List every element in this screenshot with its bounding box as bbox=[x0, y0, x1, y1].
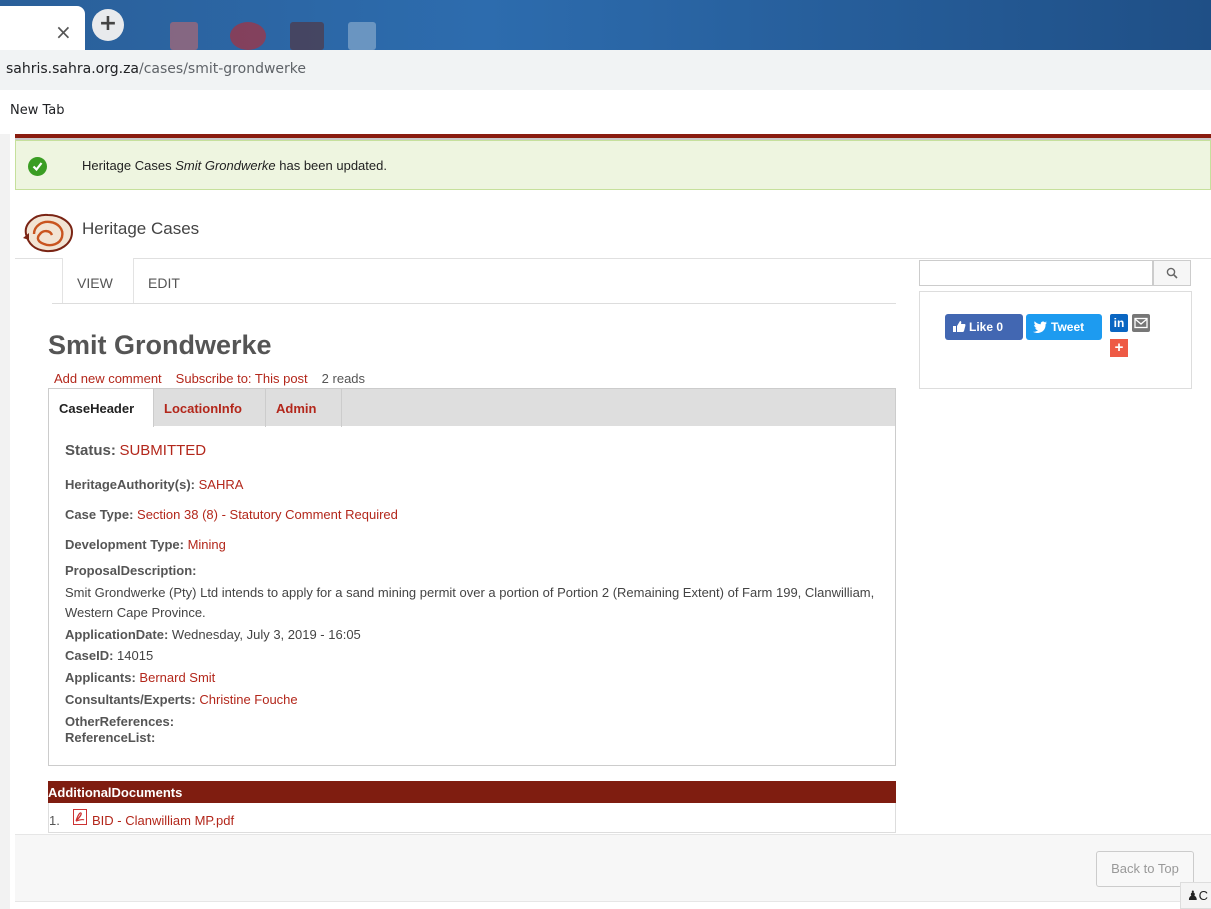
applicants-label: Applicants: bbox=[65, 670, 136, 685]
share-block: Like 0 Tweet in + bbox=[919, 291, 1192, 389]
chat-label: C bbox=[1198, 888, 1209, 903]
proposal-label: ProposalDescription: bbox=[65, 563, 197, 578]
browser-tab[interactable]: × bbox=[0, 6, 85, 50]
consultants-label: Consultants/Experts: bbox=[65, 692, 196, 707]
share-more-icon[interactable]: + bbox=[1110, 339, 1128, 357]
user-icon: ♟ bbox=[1187, 888, 1199, 903]
browser-tab-strip: × + bbox=[0, 0, 1211, 50]
applicants-field: Applicants: Bernard Smit bbox=[65, 670, 215, 685]
caseid-value: 14015 bbox=[117, 648, 154, 663]
tweet-label: Tweet bbox=[1051, 320, 1085, 334]
app-icon bbox=[230, 22, 266, 50]
divider bbox=[15, 258, 1211, 259]
linkedin-icon[interactable]: in bbox=[1110, 314, 1128, 332]
document-link[interactable]: BID - Clanwilliam MP.pdf bbox=[92, 813, 234, 828]
devtype-field: Development Type: Mining bbox=[65, 537, 226, 552]
bookmark-new-tab[interactable]: New Tab bbox=[10, 103, 65, 118]
like-label: Like 0 bbox=[969, 320, 1004, 334]
consultants-field: Consultants/Experts: Christine Fouche bbox=[65, 692, 298, 707]
footer: Back to Top bbox=[15, 834, 1211, 902]
appdate-label: ApplicationDate: bbox=[65, 627, 169, 642]
tab-view[interactable]: VIEW bbox=[62, 258, 134, 304]
app-icon bbox=[348, 22, 376, 50]
devtype-value[interactable]: Mining bbox=[188, 537, 226, 552]
email-icon[interactable] bbox=[1132, 314, 1150, 332]
node-links: Add new comment Subscribe to: This post 2 … bbox=[54, 371, 365, 386]
url-path: /cases/smit-grondwerke bbox=[139, 61, 306, 77]
alert-case-name: Smit Grondwerke bbox=[175, 158, 276, 173]
casetype-label: Case Type: bbox=[65, 507, 134, 522]
status-label: Status: bbox=[65, 442, 116, 459]
alert-message: Heritage Cases Smit Grondwerke has been … bbox=[82, 158, 387, 173]
chat-widget[interactable]: ♟C bbox=[1180, 882, 1211, 909]
subscribe-link[interactable]: Subscribe to: This post bbox=[176, 371, 308, 386]
devtype-label: Development Type: bbox=[65, 537, 184, 552]
twitter-bird-icon bbox=[1033, 321, 1047, 333]
url-text[interactable]: sahris.sahra.org.za/cases/smit-grondwerk… bbox=[6, 61, 306, 77]
casetype-value[interactable]: Section 38 (8) - Statutory Comment Requi… bbox=[137, 507, 398, 522]
address-bar[interactable]: sahris.sahra.org.za/cases/smit-grondwerk… bbox=[0, 50, 1211, 90]
url-host: sahris.sahra.org.za bbox=[6, 61, 140, 77]
tab-caseheader[interactable]: CaseHeader bbox=[49, 389, 153, 427]
alert-prefix: Heritage Cases bbox=[82, 158, 176, 173]
otherrefs-label: OtherReferences: bbox=[65, 714, 175, 729]
page-content: Heritage Cases Smit Grondwerke has been … bbox=[0, 134, 1211, 909]
search-button[interactable] bbox=[1153, 260, 1191, 286]
thumbs-up-icon bbox=[953, 321, 966, 332]
close-tab-icon[interactable]: × bbox=[55, 20, 72, 44]
tab-admin[interactable]: Admin bbox=[265, 389, 342, 427]
proposal-description: Smit Grondwerke (Pty) Ltd intends to app… bbox=[65, 585, 875, 620]
appdate-field: ApplicationDate: Wednesday, July 3, 2019… bbox=[65, 627, 361, 642]
new-tab-button[interactable]: + bbox=[92, 9, 124, 41]
add-comment-link[interactable]: Add new comment bbox=[54, 371, 162, 386]
consultants-value[interactable]: Christine Fouche bbox=[199, 692, 297, 707]
tab-locationinfo[interactable]: LocationInfo bbox=[153, 389, 265, 427]
status-alert: Heritage Cases Smit Grondwerke has been … bbox=[15, 140, 1211, 190]
casetype-field: Case Type: Section 38 (8) - Statutory Co… bbox=[65, 507, 398, 522]
additional-documents-header: AdditionalDocuments bbox=[48, 781, 896, 803]
search-icon bbox=[1166, 267, 1178, 279]
applicants-value[interactable]: Bernard Smit bbox=[139, 670, 215, 685]
bookmarks-bar: New Tab bbox=[0, 90, 1211, 134]
pdf-file-icon bbox=[73, 809, 87, 825]
reflist-label: ReferenceList: bbox=[65, 730, 156, 745]
app-icon bbox=[170, 22, 198, 50]
tabs-divider bbox=[52, 303, 896, 304]
caseheader-panel: Status: SUBMITTED HeritageAuthority(s): … bbox=[48, 426, 896, 766]
caseid-field: CaseID: 14015 bbox=[65, 648, 153, 663]
caseid-label: CaseID: bbox=[65, 648, 114, 663]
document-row: 1. BID - Clanwilliam MP.pdf bbox=[48, 803, 896, 833]
facebook-like-button[interactable]: Like 0 bbox=[945, 314, 1023, 340]
tweet-button[interactable]: Tweet bbox=[1026, 314, 1102, 340]
proposal-label-row: ProposalDescription: bbox=[65, 563, 196, 578]
authority-label: HeritageAuthority(s): bbox=[65, 477, 196, 492]
search-input[interactable] bbox=[919, 260, 1153, 286]
check-circle-icon bbox=[28, 157, 47, 176]
alert-suffix: has been updated. bbox=[275, 158, 387, 173]
page-title: Smit Grondwerke bbox=[48, 330, 272, 360]
sahra-logo[interactable] bbox=[20, 210, 76, 256]
tab-edit[interactable]: EDIT bbox=[134, 258, 194, 304]
status-field: Status: SUBMITTED bbox=[65, 442, 206, 459]
read-count: 2 reads bbox=[321, 371, 366, 386]
site-brand[interactable]: Heritage Cases bbox=[82, 219, 199, 239]
reflist-field: ReferenceList: bbox=[65, 730, 155, 745]
otherrefs-field: OtherReferences: bbox=[65, 714, 174, 729]
app-icon bbox=[290, 22, 324, 50]
document-number: 1. bbox=[49, 813, 60, 828]
appdate-value: Wednesday, July 3, 2019 - 16:05 bbox=[171, 627, 361, 642]
field-group-tabs: CaseHeader LocationInfo Admin bbox=[48, 388, 896, 427]
status-value: SUBMITTED bbox=[119, 442, 207, 459]
authority-field: HeritageAuthority(s): SAHRA bbox=[65, 477, 243, 492]
authority-value[interactable]: SAHRA bbox=[199, 477, 244, 492]
